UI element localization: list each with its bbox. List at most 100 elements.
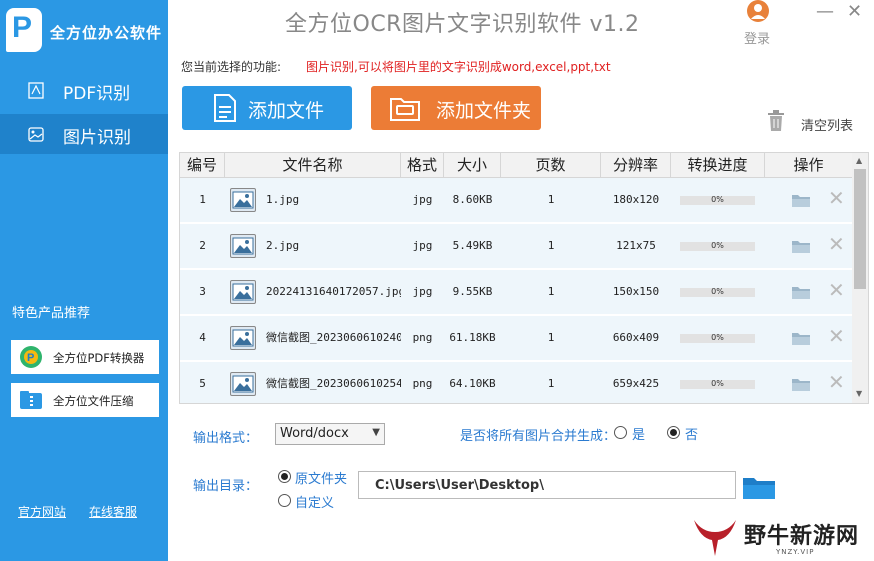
table-scrollbar[interactable]: ▲ ▼ (852, 153, 868, 403)
image-thumbnail-icon (230, 234, 256, 258)
merge-no-label: 否 (685, 428, 699, 443)
cell-resolution: 659x425 (612, 377, 660, 390)
cell-pages: 1 (547, 285, 555, 298)
output-format-select[interactable]: Word/docx ▼ (275, 423, 385, 445)
trash-icon (768, 110, 784, 131)
progress-bar: 0% (680, 379, 755, 389)
featured-title: 特色产品推荐 (12, 306, 91, 321)
output-path-field[interactable]: C:\Users\User\Desktop\ (358, 471, 736, 499)
table-row[interactable]: 1 1.jpg jpg 8.60KB 1 180x120 0% ✕ (180, 178, 852, 224)
add-file-button[interactable]: 添加文件 (182, 86, 352, 130)
table-row[interactable]: 2 2.jpg jpg 5.49KB 1 121x75 0% ✕ (180, 224, 852, 270)
open-folder-icon[interactable] (791, 285, 811, 300)
merge-yes-radio[interactable] (614, 426, 627, 439)
sidebar-item-label: PDF识别 (63, 84, 131, 104)
image-icon (28, 127, 44, 142)
cell-no: 1 (199, 193, 206, 206)
login-label: 登录 (744, 32, 771, 47)
cell-size: 64.10KB (449, 377, 496, 390)
cell-format: png (412, 331, 433, 344)
delete-row-icon[interactable]: ✕ (828, 278, 845, 302)
progress-bar: 0% (680, 287, 755, 297)
function-label: 您当前选择的功能: (181, 60, 282, 74)
promo-pdf-converter[interactable]: P 全方位PDF转换器 (11, 340, 159, 374)
user-icon (747, 0, 769, 22)
sidebar: P 全方位办公软件 PDF识别 图片识别 特色产品推荐 P 全方位PDF转换器 … (0, 0, 168, 561)
app-logo-icon: P (6, 8, 42, 52)
sidebar-item-image[interactable]: 图片识别 (0, 114, 168, 154)
open-folder-icon[interactable] (791, 331, 811, 346)
cell-name: 微信截图_2023060610240 (266, 331, 401, 344)
watermark-sub: YNZY.VIP (776, 548, 815, 556)
cell-pages: 1 (547, 239, 555, 252)
cell-resolution: 150x150 (612, 285, 660, 298)
window-title: 全方位OCR图片文字识别软件 v1.2 (285, 12, 640, 37)
merge-no-radio[interactable] (667, 426, 680, 439)
folder-icon (390, 98, 420, 121)
cell-pages: 1 (547, 331, 555, 344)
cell-resolution: 660x409 (612, 331, 660, 344)
cell-pages: 1 (547, 193, 555, 206)
svg-text:P: P (27, 352, 34, 364)
scroll-down-icon[interactable]: ▼ (856, 389, 862, 398)
output-format-label: 输出格式： (193, 431, 259, 446)
promo-label: 全方位PDF转换器 (53, 351, 145, 365)
col-header: 文件名称 (225, 153, 401, 177)
output-format-value: Word/docx (280, 426, 349, 441)
table-row[interactable]: 3 20224131640172057.jpg jpg 9.55KB 1 150x150 0… (180, 270, 852, 316)
image-thumbnail-icon (230, 280, 256, 304)
browse-folder-icon[interactable] (742, 474, 776, 500)
table-row[interactable]: 4 微信截图_2023060610240 png 61.18KB 1 660x409 0% ✕ (180, 316, 852, 362)
progress-text: 0% (711, 333, 724, 342)
add-folder-button[interactable]: 添加文件夹 (371, 86, 541, 130)
col-header: 页数 (501, 153, 601, 177)
progress-bar: 0% (680, 333, 755, 343)
dir-custom-radio[interactable] (278, 494, 291, 507)
cell-format: jpg (412, 239, 433, 252)
function-description: 图片识别,可以将图片里的文字识别成word,excel,ppt,txt (306, 60, 611, 74)
online-support-link[interactable]: 在线客服 (89, 503, 137, 520)
document-icon (214, 94, 236, 122)
table-header: 编号 文件名称 格式 大小 页数 分辨率 转换进度 操作 (180, 153, 852, 178)
file-table: 编号 文件名称 格式 大小 页数 分辨率 转换进度 操作 1 1.jpg jpg 8.… (179, 152, 869, 404)
watermark-text: 野牛新游网 (744, 524, 860, 549)
brand-name: 全方位办公软件 (50, 24, 163, 42)
cell-size: 5.49KB (452, 239, 493, 252)
delete-row-icon[interactable]: ✕ (828, 324, 845, 348)
dir-original-radio[interactable] (278, 470, 291, 483)
official-website-link[interactable]: 官方网站 (18, 503, 66, 520)
cell-name: 2.jpg (266, 239, 300, 252)
add-folder-label: 添加文件夹 (436, 100, 532, 122)
sidebar-item-pdf[interactable]: PDF识别 (0, 70, 168, 110)
scroll-thumb[interactable] (854, 169, 866, 289)
col-header: 转换进度 (671, 153, 765, 177)
delete-row-icon[interactable]: ✕ (828, 232, 845, 256)
cell-size: 9.55KB (452, 285, 493, 298)
login-button[interactable]: 登录 (740, 0, 776, 47)
output-dir-label: 输出目录： (193, 479, 259, 494)
minimize-button[interactable]: — (816, 1, 834, 22)
open-folder-icon[interactable] (791, 193, 811, 208)
progress-bar: 0% (680, 241, 755, 251)
scroll-up-icon[interactable]: ▲ (856, 156, 862, 165)
cell-no: 5 (199, 377, 206, 390)
table-row[interactable]: 5 微信截图_2023060610254 png 64.10KB 1 659x425 0% ✕ (180, 362, 852, 403)
cell-size: 61.18KB (449, 331, 496, 344)
close-button[interactable]: ✕ (847, 1, 862, 22)
col-header: 操作 (793, 156, 824, 174)
open-folder-icon[interactable] (791, 377, 811, 392)
pdf-converter-icon: P (20, 346, 42, 368)
promo-label: 全方位文件压缩 (53, 394, 134, 408)
image-thumbnail-icon (230, 372, 256, 396)
col-header: 格式 (401, 153, 444, 177)
dir-original-label: 原文件夹 (295, 472, 348, 487)
delete-row-icon[interactable]: ✕ (828, 186, 845, 210)
clear-list-button[interactable]: 清空列表 (766, 110, 866, 134)
cell-resolution: 180x120 (612, 193, 660, 206)
cell-format: jpg (412, 193, 433, 206)
open-folder-icon[interactable] (791, 239, 811, 254)
delete-row-icon[interactable]: ✕ (828, 370, 845, 394)
progress-text: 0% (711, 379, 724, 388)
promo-file-compress[interactable]: 全方位文件压缩 (11, 383, 159, 417)
sidebar-item-label: 图片识别 (63, 128, 131, 148)
